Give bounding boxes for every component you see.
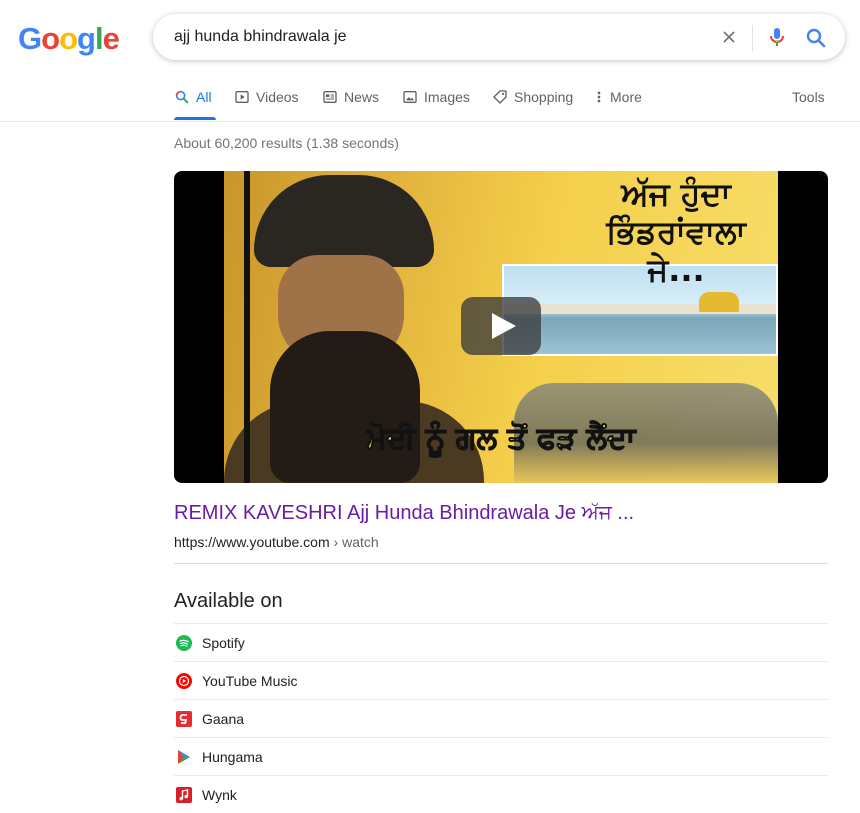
available-on-heading: Available on [174,590,283,612]
poster-beard [270,331,420,483]
provider-gaana[interactable]: Gaana [174,699,828,737]
result-title-link[interactable]: REMIX KAVESHRI Ajj Hunda Bhindrawala Je … [174,502,634,525]
more-vert-icon [597,91,601,103]
search-icon [175,90,189,104]
tools-button[interactable]: Tools [792,86,825,108]
tab-label: Shopping [514,89,574,105]
provider-name: Gaana [202,710,245,727]
tab-more[interactable]: More [594,86,642,120]
provider-list: Spotify YouTube Music Gaana Hungama Wynk [174,623,828,813]
section-divider [174,563,828,564]
logo-letter: e [102,21,120,56]
provider-youtube-music[interactable]: YouTube Music [174,661,828,699]
provider-spotify[interactable]: Spotify [174,623,828,661]
spotify-icon [176,634,192,651]
tab-label: Images [424,89,470,105]
provider-hungama[interactable]: Hungama [174,737,828,775]
poster-caption: ਮੋਦੀ ਨੂੰ ਗਲ ਤੋਂ ਫੜ ਲੈਂਦਾ [366,421,636,457]
search-divider [752,25,753,51]
tab-label: All [196,89,212,105]
result-url-host: https://www.youtube.com [174,534,330,550]
search-box[interactable]: ajj hunda bhindrawala je [153,14,845,60]
search-input[interactable]: ajj hunda bhindrawala je [174,28,347,46]
result-url[interactable]: https://www.youtube.com › watch [174,534,379,550]
logo-letter: g [77,21,96,56]
tab-label: News [344,89,380,105]
header-divider [0,121,860,122]
tab-news[interactable]: News [322,86,379,120]
poster-title: ਅੱਜ ਹੁੰਦਾ ਭਿੰਡਰਾਂਵਾਲਾ ਜੇ... [606,175,746,289]
provider-name: YouTube Music [202,672,298,689]
play-icon[interactable] [461,297,541,355]
close-icon[interactable] [719,27,739,47]
logo-letter: l [94,21,104,56]
logo-letter: o [41,21,60,56]
tag-icon [493,90,507,104]
video-thumbnail[interactable]: ਅੱਜ ਹੁੰਦਾ ਭਿੰਡਰਾਂਵਾਲਾ ਜੇ... ਮੋਦੀ ਨੂੰ ਗਲ … [174,171,828,483]
provider-name: Wynk [202,786,237,803]
poster-turban [254,175,434,267]
logo-letter: o [59,21,78,56]
tab-all[interactable]: All [174,86,216,120]
image-icon [403,91,417,103]
wynk-icon [176,786,192,803]
play-box-icon [235,91,249,103]
tab-label: More [610,89,642,105]
newspaper-icon [323,91,337,103]
provider-name: Hungama [202,748,263,765]
provider-wynk[interactable]: Wynk [174,775,828,813]
temple-dome [699,292,739,312]
mic-icon[interactable] [765,25,789,49]
provider-name: Spotify [202,634,245,651]
gaana-icon [176,710,192,727]
google-logo[interactable]: Google [18,21,120,56]
tab-shopping[interactable]: Shopping [492,86,573,120]
logo-letter: G [18,21,42,56]
tab-images[interactable]: Images [402,86,470,120]
result-url-crumb: › watch [329,534,379,550]
tab-label: Videos [256,89,299,105]
search-icon[interactable] [804,26,828,50]
result-stats: About 60,200 results (1.38 seconds) [174,135,399,151]
youtube-music-icon [176,672,192,689]
hungama-icon [178,749,190,764]
search-tabs: All Videos News Images Shopping More [174,86,834,120]
tab-videos[interactable]: Videos [234,86,299,120]
